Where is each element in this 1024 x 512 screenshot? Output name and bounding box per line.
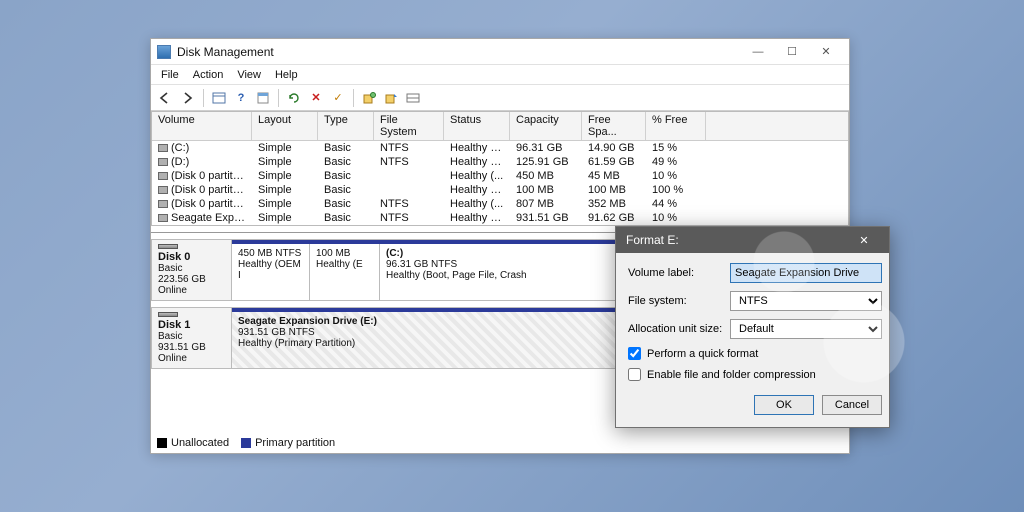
disk-icon [158, 312, 178, 317]
menu-help[interactable]: Help [275, 69, 298, 81]
window-title: Disk Management [177, 45, 741, 59]
close-button[interactable]: ✕ [809, 41, 843, 63]
format-dialog: Format E: ✕ Volume label: File system: N… [615, 226, 890, 428]
menu-view[interactable]: View [237, 69, 261, 81]
apply-icon[interactable]: ✓ [329, 89, 347, 107]
titlebar[interactable]: Disk Management — ☐ ✕ [151, 39, 849, 65]
toolbar: ? ✕ ✓ [151, 85, 849, 111]
dialog-close-icon[interactable]: ✕ [849, 230, 879, 250]
compression-checkbox[interactable] [628, 368, 641, 381]
attach-vhd-icon[interactable] [382, 89, 400, 107]
legend-unalloc-swatch [157, 438, 167, 448]
cancel-button[interactable]: Cancel [822, 395, 882, 415]
disk0-part2[interactable]: 100 MB Healthy (E [310, 244, 380, 300]
label-filesystem: File system: [628, 295, 724, 307]
col-layout[interactable]: Layout [252, 112, 318, 140]
menu-action[interactable]: Action [193, 69, 224, 81]
col-free[interactable]: Free Spa... [582, 112, 646, 140]
properties-icon[interactable] [254, 89, 272, 107]
col-status[interactable]: Status [444, 112, 510, 140]
volume-row[interactable]: (C:) Simple Basic NTFS Healthy (B... 96.… [152, 141, 848, 155]
create-vhd-icon[interactable] [360, 89, 378, 107]
dialog-titlebar[interactable]: Format E: ✕ [616, 227, 889, 253]
volume-row[interactable]: (Disk 0 partition 2) SimpleBasic Healthy… [152, 183, 848, 197]
legend: Unallocated Primary partition [157, 437, 335, 449]
drive-icon [158, 214, 168, 222]
disk0-part1[interactable]: 450 MB NTFS Healthy (OEM I [232, 244, 310, 300]
dialog-title: Format E: [626, 233, 849, 247]
drive-icon [158, 172, 168, 180]
compression-label: Enable file and folder compression [647, 369, 816, 381]
drive-icon [158, 144, 168, 152]
filesystem-select[interactable]: NTFS [730, 291, 882, 311]
volume-row[interactable]: (D:) SimpleBasicNTFS Healthy (P...125.91… [152, 155, 848, 169]
col-pctfree[interactable]: % Free [646, 112, 706, 140]
ok-button[interactable]: OK [754, 395, 814, 415]
volume-label-input[interactable] [730, 263, 882, 283]
app-icon [157, 45, 171, 59]
volume-list[interactable]: Volume Layout Type File System Status Ca… [151, 111, 849, 226]
volume-list-header[interactable]: Volume Layout Type File System Status Ca… [152, 112, 848, 141]
col-capacity[interactable]: Capacity [510, 112, 582, 140]
refresh-icon[interactable] [285, 89, 303, 107]
disk0-header[interactable]: Disk 0 Basic 223.56 GB Online [152, 240, 232, 300]
drive-icon [158, 200, 168, 208]
show-list-icon[interactable] [210, 89, 228, 107]
label-volume: Volume label: [628, 267, 724, 279]
col-filesystem[interactable]: File System [374, 112, 444, 140]
help-icon[interactable]: ? [232, 89, 250, 107]
col-type[interactable]: Type [318, 112, 374, 140]
minimize-button[interactable]: — [741, 41, 775, 63]
allocation-select[interactable]: Default [730, 319, 882, 339]
volume-row[interactable]: (Disk 0 partition 1) SimpleBasic Healthy… [152, 169, 848, 183]
maximize-button[interactable]: ☐ [775, 41, 809, 63]
legend-primary-swatch [241, 438, 251, 448]
quick-format-label: Perform a quick format [647, 348, 758, 360]
drive-icon [158, 158, 168, 166]
quick-format-checkbox[interactable] [628, 347, 641, 360]
nav-back-icon[interactable] [157, 89, 175, 107]
disk-icon [158, 244, 178, 249]
disk1-header[interactable]: Disk 1 Basic 931.51 GB Online [152, 308, 232, 368]
delete-icon[interactable]: ✕ [307, 89, 325, 107]
drive-icon [158, 186, 168, 194]
detach-vhd-icon[interactable] [404, 89, 422, 107]
volume-row[interactable]: (Disk 0 partition 5) SimpleBasicNTFS Hea… [152, 197, 848, 211]
menu-file[interactable]: File [161, 69, 179, 81]
label-allocation: Allocation unit size: [628, 323, 724, 335]
volume-row[interactable]: Seagate Expansion... SimpleBasicNTFS Hea… [152, 211, 848, 225]
nav-forward-icon[interactable] [179, 89, 197, 107]
col-volume[interactable]: Volume [152, 112, 252, 140]
menubar: File Action View Help [151, 65, 849, 85]
